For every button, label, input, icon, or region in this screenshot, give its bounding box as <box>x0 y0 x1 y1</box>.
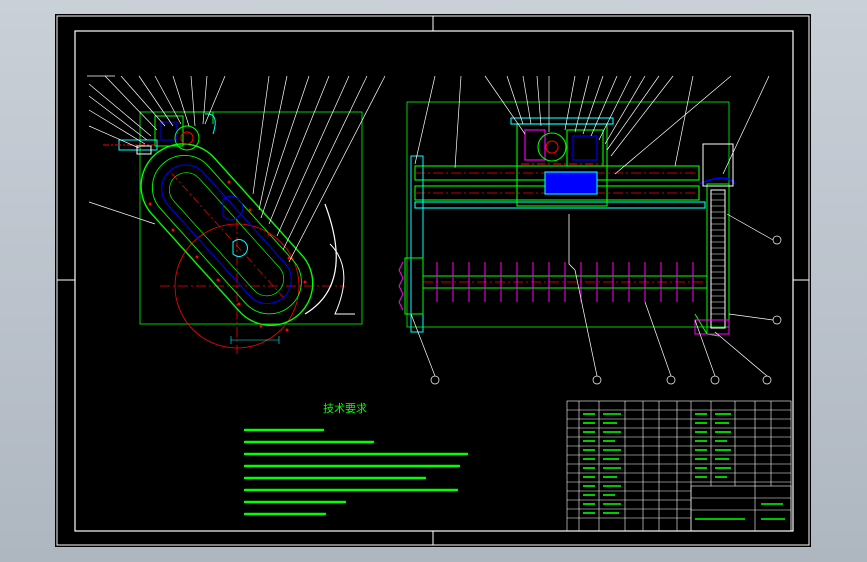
parts-list-table <box>566 400 792 532</box>
tech-requirements-lines <box>243 428 469 516</box>
side-view-frame <box>139 111 363 325</box>
chain-housing <box>140 143 314 327</box>
front-view <box>398 101 736 337</box>
cad-viewport[interactable]: 技术要求 <box>55 14 811 547</box>
engineering-drawing: 技术要求 <box>56 15 810 546</box>
front-leaders <box>410 75 774 377</box>
side-view <box>103 111 363 354</box>
chain-links <box>148 180 307 332</box>
rotor-tines <box>436 262 694 302</box>
top-motor-assembly <box>103 111 216 155</box>
rotor <box>422 214 708 302</box>
tech-requirements-title: 技术要求 <box>323 402 367 415</box>
side-leaders <box>87 75 386 263</box>
left-end-plate <box>398 155 424 333</box>
